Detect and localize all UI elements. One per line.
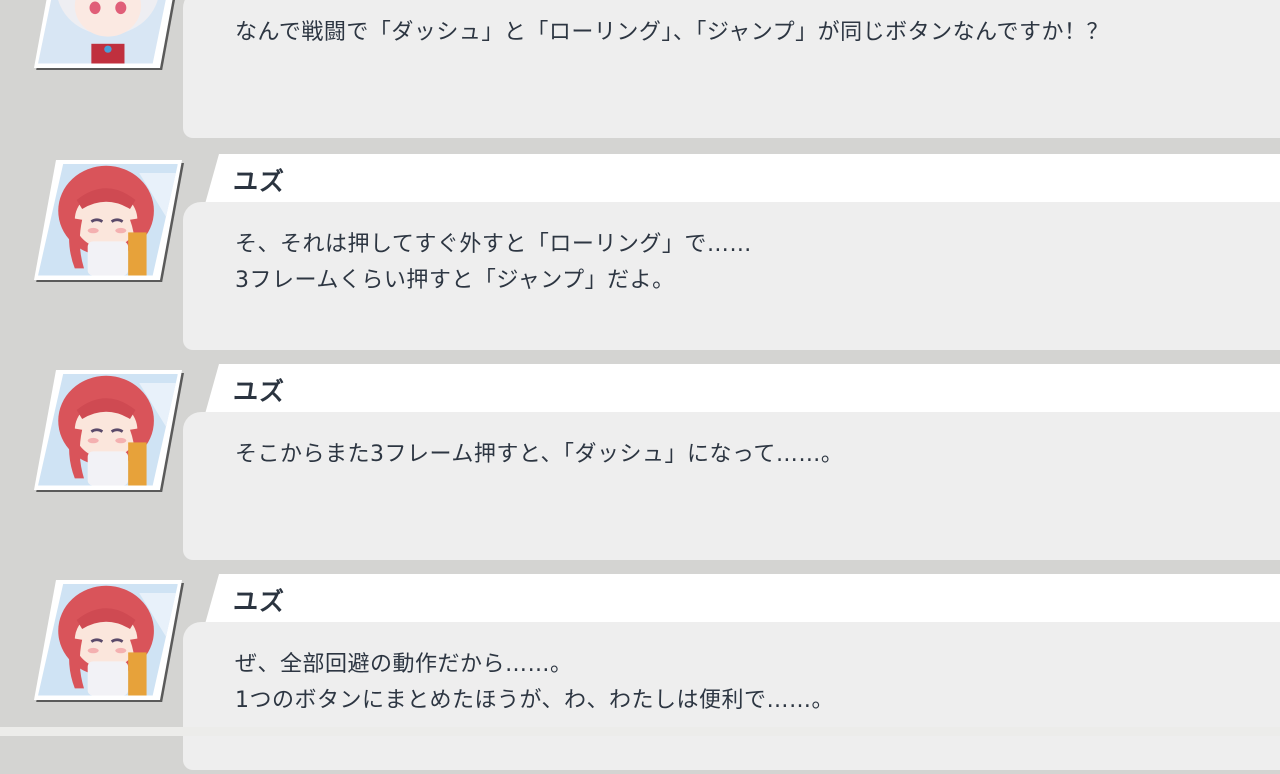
yuzu-portrait-icon xyxy=(34,370,184,492)
dialogue-entry: なんで戦闘で「ダッシュ」と「ローリング」、「ジャンプ」が同じボタンなんですか！？ xyxy=(0,0,1280,142)
speaker-name: ユズ xyxy=(233,377,286,406)
speaker-name-bar: ユズ xyxy=(205,574,1280,624)
avatar xyxy=(32,158,184,282)
dialogue-bubble: ぜ、全部回避の動作だから……。 1つのボタンにまとめたほうが、わ、わたしは便利で… xyxy=(183,622,1280,770)
log-bottom-edge xyxy=(0,727,1280,736)
white-haired-student-portrait-icon xyxy=(34,0,178,70)
dialogue-entry: ユズ そこからまた3フレーム押すと、「ダッシュ」になって……。 xyxy=(0,364,1280,564)
dialogue-entry: ユズ そ、それは押してすぐ外すと「ローリング」で…… 3フレームくらい押すと「ジ… xyxy=(0,154,1280,354)
speaker-name-bar: ユズ xyxy=(205,154,1280,204)
speaker-name-bar: ユズ xyxy=(205,364,1280,414)
dialogue-bubble: そ、それは押してすぐ外すと「ローリング」で…… 3フレームくらい押すと「ジャンプ… xyxy=(183,202,1280,350)
dialogue-line: ぜ、全部回避の動作だから……。 xyxy=(235,652,573,677)
dialogue-line: なんで戦闘で「ダッシュ」と「ローリング」、「ジャンプ」が同じボタンなんですか！？ xyxy=(235,20,1110,45)
dialogue-entry: ユズ ぜ、全部回避の動作だから……。 1つのボタンにまとめたほうが、わ、わたしは… xyxy=(0,574,1280,774)
speaker-name: ユズ xyxy=(233,167,286,196)
dialogue-log[interactable]: なんで戦闘で「ダッシュ」と「ローリング」、「ジャンプ」が同じボタンなんですか！？ xyxy=(0,0,1280,770)
avatar xyxy=(32,368,184,492)
avatar xyxy=(32,578,184,702)
dialogue-bubble: なんで戦闘で「ダッシュ」と「ローリング」、「ジャンプ」が同じボタンなんですか！？ xyxy=(183,0,1280,138)
avatar xyxy=(32,0,184,70)
dialogue-line: 1つのボタンにまとめたほうが、わ、わたしは便利で……。 xyxy=(235,688,835,713)
speaker-name: ユズ xyxy=(233,587,286,616)
yuzu-portrait-icon xyxy=(34,580,184,702)
dialogue-line: そこからまた3フレーム押すと、「ダッシュ」になって……。 xyxy=(235,442,844,467)
dialogue-line: 3フレームくらい押すと「ジャンプ」だよ。 xyxy=(235,268,675,293)
dialogue-bubble: そこからまた3フレーム押すと、「ダッシュ」になって……。 xyxy=(183,412,1280,560)
dialogue-line: そ、それは押してすぐ外すと「ローリング」で…… xyxy=(235,232,752,257)
yuzu-portrait-icon xyxy=(34,160,184,282)
